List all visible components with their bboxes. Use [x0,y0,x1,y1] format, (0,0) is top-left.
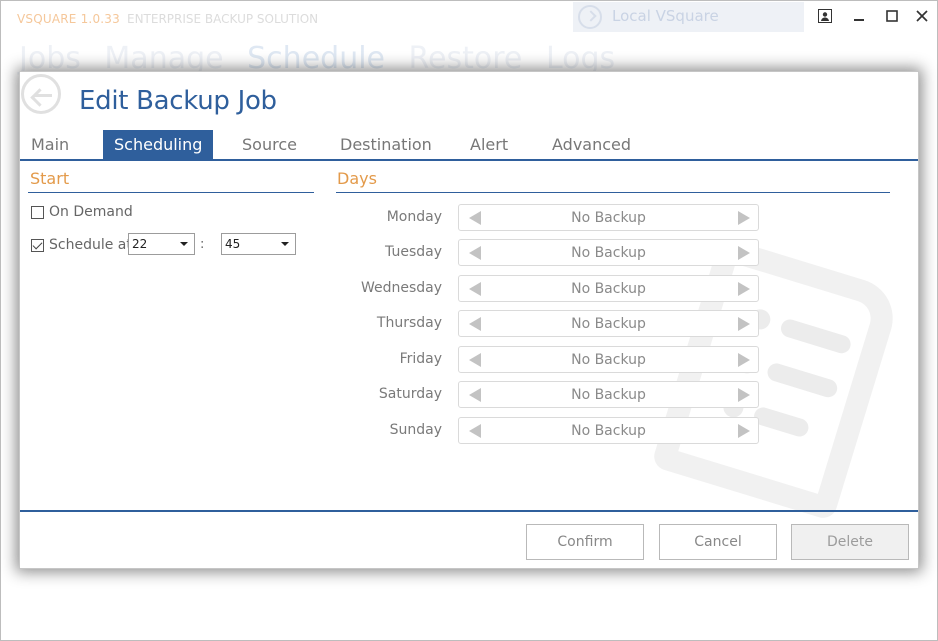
maximize-icon[interactable] [881,5,903,27]
minimize-icon[interactable] [848,5,870,27]
next-arrow-icon[interactable] [738,424,750,438]
day-picker-monday: No Backup [458,204,759,231]
day-label-sunday: Sunday [389,422,442,438]
tab-advanced[interactable]: Advanced [552,130,631,160]
day-label-wednesday: Wednesday [360,280,442,296]
footer-divider [20,510,918,512]
chevron-down-icon [180,242,188,246]
server-selector[interactable]: Local VSquare [573,2,804,32]
server-name: Local VSquare [612,7,719,25]
day-value: No Backup [571,316,646,332]
minute-select[interactable]: 45 [221,233,296,255]
tab-source[interactable]: Source [242,130,297,160]
schedule-at-row: Schedule at [31,237,132,253]
edit-backup-job-dialog: Edit Backup Job Main Scheduling Source D… [19,71,919,569]
title-bar: VSQUARE 1.0.33 ENTERPRISE BACKUP SOLUTIO… [1,1,938,37]
tab-scheduling[interactable]: Scheduling [103,130,214,160]
dialog-title: Edit Backup Job [79,86,277,116]
next-arrow-icon[interactable] [738,353,750,367]
on-demand-checkbox[interactable] [31,205,44,219]
day-value: No Backup [571,387,646,403]
start-divider [28,192,314,193]
profile-icon[interactable] [814,5,836,27]
next-arrow-icon[interactable] [738,211,750,225]
close-icon[interactable] [911,5,933,27]
on-demand-row: On Demand [31,204,133,220]
day-label-monday: Monday [386,209,442,225]
next-arrow-icon[interactable] [738,246,750,260]
day-label-tuesday: Tuesday [385,244,442,260]
day-label-saturday: Saturday [378,386,442,402]
start-heading: Start [30,169,70,188]
hour-select[interactable]: 22 [128,233,195,255]
tab-bar: Main Scheduling Source Destination Alert… [20,130,918,161]
tab-alert[interactable]: Alert [470,130,508,160]
app-subtitle: ENTERPRISE BACKUP SOLUTION [127,12,319,26]
tab-main[interactable]: Main [31,130,69,160]
hour-value: 22 [132,237,148,251]
time-separator: : [200,237,205,252]
days-heading: Days [337,169,377,188]
cancel-button[interactable]: Cancel [659,524,777,560]
day-label-friday: Friday [399,351,442,367]
next-arrow-icon[interactable] [738,317,750,331]
days-divider [336,192,890,193]
on-demand-label: On Demand [49,204,133,220]
day-value: No Backup [571,281,646,297]
day-picker-wednesday: No Backup [458,275,759,302]
day-picker-friday: No Backup [458,346,759,373]
day-picker-thursday: No Backup [458,310,759,337]
day-value: No Backup [571,210,646,226]
next-arrow-icon[interactable] [738,388,750,402]
minute-value: 45 [225,237,241,251]
tab-destination[interactable]: Destination [340,130,432,160]
app-brand: VSQUARE 1.0.33 [17,12,120,26]
day-value: No Backup [571,423,646,439]
chevron-down-icon [281,242,289,246]
schedule-at-label: Schedule at [49,237,132,253]
delete-button[interactable]: Delete [791,524,909,560]
day-picker-sunday: No Backup [458,417,759,444]
next-arrow-icon[interactable] [738,282,750,296]
back-arrow-icon[interactable] [21,74,61,114]
schedule-at-checkbox[interactable] [31,238,44,252]
day-label-thursday: Thursday [376,315,442,331]
server-arrow-icon [578,5,602,29]
day-picker-tuesday: No Backup [458,239,759,266]
day-picker-saturday: No Backup [458,381,759,408]
confirm-button[interactable]: Confirm [526,524,644,560]
day-value: No Backup [571,245,646,261]
day-value: No Backup [571,352,646,368]
